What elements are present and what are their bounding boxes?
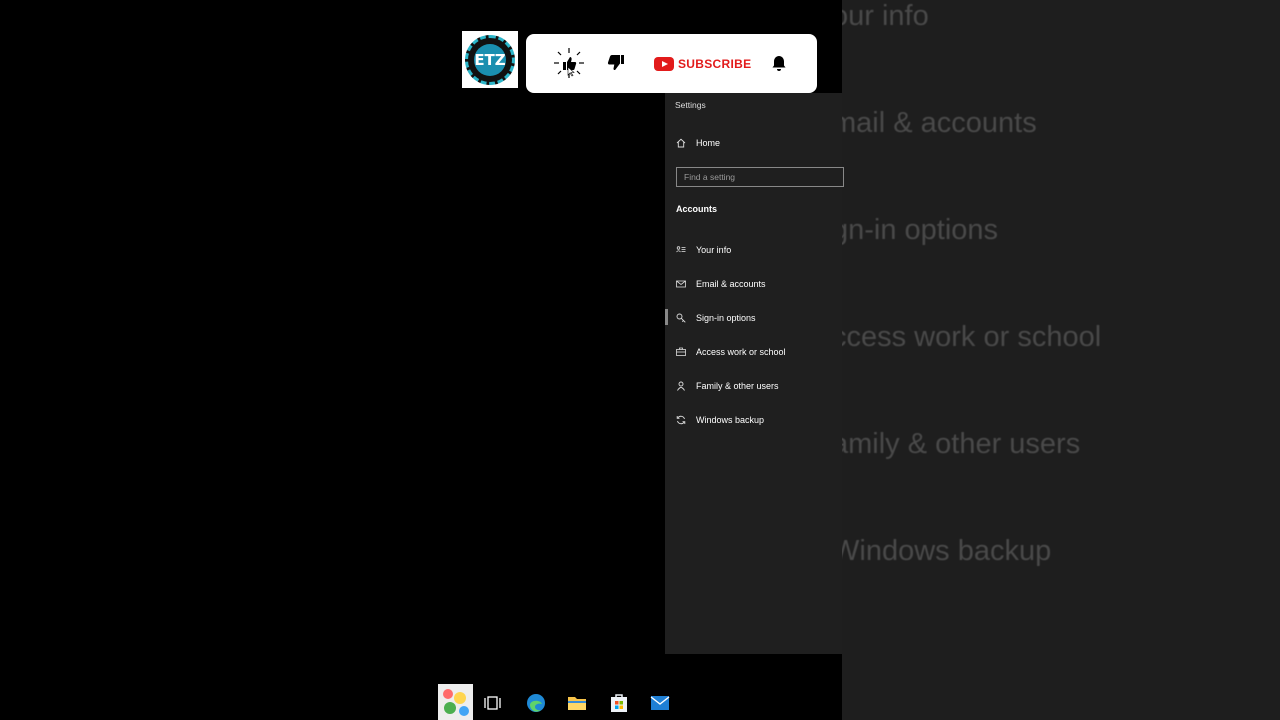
channel-logo[interactable]: ETZ — [462, 31, 518, 88]
bg-zoom-item: amily & other users — [842, 428, 1081, 460]
nav-item-label: Email & accounts — [696, 279, 766, 289]
search-input[interactable]: Find a setting — [676, 167, 844, 187]
gear-logo-icon: ETZ — [465, 34, 515, 85]
home-nav-item[interactable]: Home — [676, 138, 720, 148]
selection-indicator — [665, 309, 668, 325]
bg-zoom-item: gn-in options — [842, 214, 999, 246]
mail-icon — [676, 280, 686, 288]
thumbs-up-icon[interactable] — [554, 48, 584, 78]
bg-zoom-item: Windows backup — [842, 535, 1052, 567]
bg-zoom-item: mail & accounts — [842, 107, 1037, 139]
edge-icon[interactable] — [526, 693, 546, 713]
nav-item-your-info[interactable]: Your info — [676, 245, 731, 255]
thumbs-down-icon[interactable] — [604, 52, 626, 74]
nav-item-label: Sign-in options — [696, 313, 756, 323]
youtube-logo-icon — [654, 57, 674, 71]
subscribe-label: SUBSCRIBE — [678, 57, 752, 71]
contact-card-icon — [676, 246, 686, 253]
section-header: Accounts — [676, 204, 718, 214]
briefcase-icon — [676, 347, 686, 356]
home-label: Home — [696, 138, 721, 148]
nav-item-email-accounts[interactable]: Email & accounts — [676, 279, 766, 289]
sync-icon — [676, 415, 686, 425]
paint-icon[interactable] — [438, 684, 473, 720]
bg-zoom-item: ccess work or school — [842, 321, 1102, 353]
nav-item-label: Access work or school — [696, 347, 786, 357]
home-icon — [676, 138, 686, 148]
person-icon — [677, 381, 685, 391]
nav-item-label: Your info — [696, 245, 732, 255]
taskbar — [438, 684, 838, 720]
mail-icon[interactable] — [650, 693, 670, 713]
nav-item-access-work-school[interactable]: Access work or school — [676, 347, 786, 357]
settings-window: Settings Home Find a setting Accounts Yo… — [665, 93, 844, 654]
store-icon[interactable] — [609, 693, 629, 713]
bell-icon[interactable] — [771, 55, 787, 72]
nav-item-family-users[interactable]: Family & other users — [676, 381, 779, 391]
task-view-icon[interactable] — [484, 693, 504, 713]
subscribe-button[interactable]: SUBSCRIBE — [654, 54, 751, 74]
subscribe-overlay: SUBSCRIBE — [526, 34, 817, 93]
bg-zoom-item: our info — [842, 0, 929, 32]
nav-item-label: Windows backup — [696, 415, 765, 425]
nav-item-windows-backup[interactable]: Windows backup — [676, 415, 764, 425]
key-icon — [676, 313, 686, 323]
nav-item-label: Family & other users — [696, 381, 779, 391]
window-title: Settings — [675, 100, 706, 110]
file-explorer-icon[interactable] — [567, 693, 587, 713]
channel-logo-text: ETZ — [474, 43, 506, 76]
nav-item-sign-in-options[interactable]: Sign-in options — [676, 313, 756, 323]
background-zoom-view: our info mail & accounts gn-in options c… — [842, 0, 1280, 720]
